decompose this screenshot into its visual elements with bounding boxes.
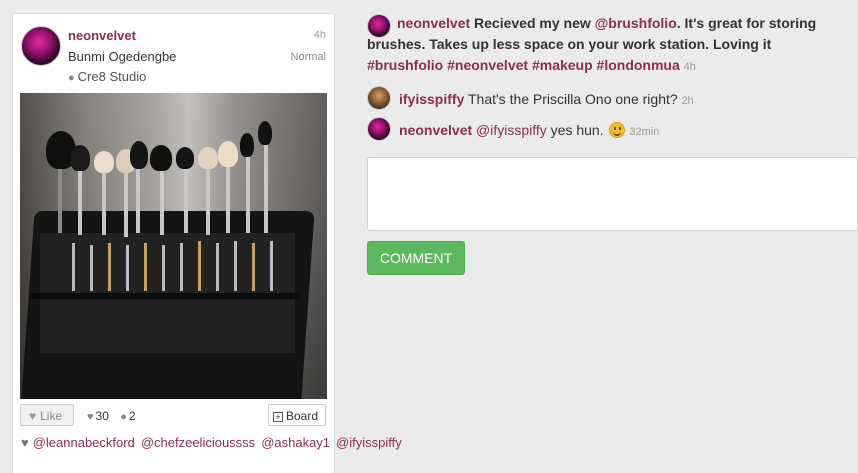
map-pin-icon: ●: [68, 72, 75, 84]
post-header: neonvelvet 4h Bunmi Ogedengbe Normal ● Cr…: [21, 22, 326, 92]
post-location[interactable]: ● Cre8 Studio: [68, 69, 146, 84]
comment-mention[interactable]: @ifyisspiffy: [476, 122, 547, 138]
photo-brush-head: [150, 145, 172, 171]
likes-count: 30: [95, 409, 109, 423]
comment-button[interactable]: COMMENT: [367, 241, 465, 275]
photo-brush: [144, 243, 147, 291]
like-label: Like: [40, 409, 63, 423]
heart-icon: ♥: [29, 409, 37, 423]
comment-item: neonvelvet @ifyisspiffy yes hun. 32min: [367, 117, 837, 143]
heart-icon: ♥: [21, 435, 29, 450]
comments-count: 2: [128, 409, 136, 423]
post-actions: ♥ Like ♥ 30 ● 2 + Board: [20, 404, 326, 428]
photo-brush: [264, 143, 268, 233]
post-counts: ♥ 30 ● 2: [87, 409, 136, 423]
photo-brush: [78, 165, 82, 235]
location-label: Cre8 Studio: [77, 69, 147, 84]
photo-brush: [108, 243, 111, 291]
caption-hashtag[interactable]: #makeup: [532, 57, 593, 73]
photo-brush-head: [130, 141, 148, 169]
avatar[interactable]: [367, 117, 391, 141]
liker-link[interactable]: @leannabeckford: [33, 435, 135, 450]
photo-brush: [124, 167, 128, 237]
caption-hashtag[interactable]: #londonmua: [597, 57, 680, 73]
comment-username[interactable]: neonvelvet: [399, 122, 472, 138]
photo-brush: [252, 243, 255, 291]
photo-brush: [72, 243, 75, 291]
photo-brush-head: [70, 145, 90, 171]
photo-brush: [102, 165, 106, 235]
plus-icon: +: [273, 412, 283, 422]
caption-text-pre: Recieved my new: [474, 15, 595, 31]
photo-brush: [246, 153, 250, 233]
post-photo[interactable]: [20, 93, 327, 399]
caption-hashtag[interactable]: #brushfolio: [367, 57, 443, 73]
like-button[interactable]: ♥ Like: [20, 404, 74, 426]
photo-brush: [180, 243, 183, 291]
caption-username[interactable]: neonvelvet: [397, 15, 470, 31]
post-filter: Normal: [290, 51, 326, 63]
photo-brush-head: [258, 121, 272, 145]
photo-brush: [160, 165, 164, 235]
photo-brush: [162, 245, 165, 291]
photo-brush: [234, 241, 237, 291]
caption-hashtag[interactable]: #neonvelvet: [447, 57, 528, 73]
comment-time: 2h: [681, 95, 694, 107]
smiley-emoji-icon: [609, 122, 626, 138]
comment-username[interactable]: ifyisspiffy: [399, 91, 464, 107]
caption-mention[interactable]: @brushfolio: [595, 15, 677, 31]
avatar[interactable]: [367, 14, 391, 38]
photo-strap: [30, 293, 300, 299]
liker-link[interactable]: @ashakay1: [261, 435, 330, 450]
photo-brush: [184, 163, 188, 233]
post-age: 4h: [313, 29, 326, 41]
photo-brush: [90, 245, 93, 291]
photo-brush: [126, 245, 129, 291]
avatar[interactable]: [21, 26, 61, 66]
add-to-board-button[interactable]: + Board: [268, 404, 326, 426]
heart-icon: ♥: [87, 411, 94, 423]
photo-brush-head: [176, 147, 194, 169]
comment-text: yes hun.: [546, 122, 608, 138]
photo-brush-head: [240, 133, 254, 157]
post-caption: neonvelvet Recieved my new @brushfolio. …: [367, 13, 837, 78]
comment-time: 32min: [629, 126, 660, 138]
post-full-name: Bunmi Ogedengbe: [68, 49, 177, 64]
board-label: Board: [286, 409, 319, 423]
photo-brush: [136, 163, 140, 233]
photo-brush: [58, 163, 62, 233]
photo-brush: [270, 241, 273, 291]
photo-brush-head: [218, 141, 238, 167]
photo-brush: [198, 241, 201, 291]
photo-brush-head: [94, 151, 114, 173]
post-username[interactable]: neonvelvet: [68, 28, 136, 43]
liker-link[interactable]: @ifyisspiffy: [336, 435, 402, 450]
liker-link[interactable]: @chefzeelicioussss: [141, 435, 255, 450]
comment-text: That's the Priscilla Ono one right?: [468, 91, 678, 107]
comment-input[interactable]: [367, 157, 858, 231]
comment-bubble-icon: ●: [120, 411, 127, 423]
photo-brush: [206, 165, 210, 235]
likers-list: ♥ @leannabeckford @chefzeelicioussss @ashak…: [21, 433, 402, 453]
comment-item: ifyisspiffy That's the Priscilla Ono one…: [367, 86, 837, 112]
photo-brush: [226, 163, 230, 233]
post-card: neonvelvet 4h Bunmi Ogedengbe Normal ● Cr…: [12, 13, 402, 473]
caption-time: 4h: [683, 61, 696, 73]
photo-brush: [216, 243, 219, 291]
avatar[interactable]: [367, 86, 391, 110]
photo-brush-head: [198, 147, 218, 169]
